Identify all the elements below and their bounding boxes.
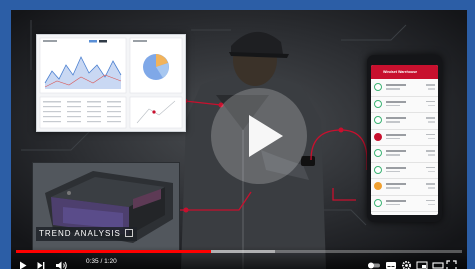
large-play-icon xyxy=(249,115,283,157)
phone-row-text-placeholder xyxy=(428,187,435,189)
phone-app-title: Windset Warehouse xyxy=(383,70,418,74)
phone-screen: Windset Warehouse xyxy=(371,65,438,215)
subtitles-icon xyxy=(386,262,396,269)
theater-icon xyxy=(432,262,444,269)
phone-row-text-placeholder xyxy=(426,100,435,102)
settings-button[interactable] xyxy=(401,256,412,269)
phone-list-row xyxy=(371,113,438,130)
phone-row-text-placeholder xyxy=(386,133,406,136)
phone-row-text-placeholder xyxy=(386,203,400,205)
alert-icon xyxy=(374,132,382,141)
phone-alert-list xyxy=(371,80,438,215)
check-circle-icon xyxy=(374,116,382,124)
phone-row-text-placeholder xyxy=(386,154,400,156)
time-display: 0:35 / 1:20 xyxy=(86,256,117,267)
phone-list-row xyxy=(371,146,438,163)
phone-row-text-placeholder xyxy=(386,137,400,139)
dashboard-thumbnail xyxy=(36,34,186,132)
phone-list-row xyxy=(371,97,438,113)
next-icon xyxy=(37,262,45,269)
phone-app-header: Windset Warehouse xyxy=(371,65,438,79)
progress-played xyxy=(16,250,211,253)
check-circle-icon xyxy=(374,198,382,207)
phone-row-text-placeholder xyxy=(386,150,406,152)
phone-row-text-placeholder xyxy=(386,183,406,185)
video-player[interactable]: TREND ANALYSIS Windset Warehouse 0:35 / … xyxy=(11,10,467,269)
gear-icon xyxy=(402,261,411,269)
phone-row-text-placeholder xyxy=(426,84,435,86)
trend-analysis-text: TREND ANALYSIS xyxy=(39,229,121,238)
subtitles-button[interactable] xyxy=(385,256,397,269)
miniplayer-icon xyxy=(416,261,428,269)
phone-row-text-placeholder xyxy=(386,104,400,106)
phone-list-row xyxy=(371,80,438,97)
autoplay-toggle-icon xyxy=(368,262,380,269)
check-circle-icon xyxy=(374,83,382,91)
phone-list-row xyxy=(371,179,438,196)
phone-row-text-placeholder xyxy=(426,199,435,201)
autoplay-toggle[interactable] xyxy=(367,256,382,269)
check-circle-icon xyxy=(374,99,382,108)
phone-row-text-placeholder xyxy=(386,100,406,103)
play-icon xyxy=(20,261,27,269)
warning-icon xyxy=(374,182,382,190)
trend-analysis-label: TREND ANALYSIS xyxy=(36,227,137,241)
progress-bar[interactable] xyxy=(16,250,462,253)
time-total: 1:20 xyxy=(104,258,117,265)
volume-button[interactable] xyxy=(55,256,69,269)
phone-row-text-placeholder xyxy=(386,166,406,169)
phone-row-text-placeholder xyxy=(386,121,400,123)
phone-row-text-placeholder xyxy=(428,104,435,106)
chart-icon xyxy=(124,229,133,237)
phone-row-text-placeholder xyxy=(428,88,435,90)
phone-list-row xyxy=(371,196,438,212)
miniplayer-button[interactable] xyxy=(416,256,428,269)
phone-row-text-placeholder xyxy=(428,121,435,123)
phone-row-text-placeholder xyxy=(428,170,435,172)
phone-list-row xyxy=(371,130,438,146)
page-background: TREND ANALYSIS Windset Warehouse 0:35 / … xyxy=(0,0,475,269)
play-button[interactable] xyxy=(18,256,28,269)
theater-button[interactable] xyxy=(432,256,444,269)
phone-row-text-placeholder xyxy=(386,84,406,86)
check-circle-icon xyxy=(374,165,382,174)
phone-row-text-placeholder xyxy=(426,117,435,119)
dashboard-chart-graphic xyxy=(39,37,183,129)
phone-row-text-placeholder xyxy=(386,117,406,119)
time-current: 0:35 xyxy=(86,258,99,265)
phone-row-text-placeholder xyxy=(426,150,435,152)
phone-row-text-placeholder xyxy=(426,183,435,185)
phone-row-text-placeholder xyxy=(386,88,400,90)
check-circle-icon xyxy=(374,149,382,157)
phone-row-text-placeholder xyxy=(428,203,435,205)
volume-icon xyxy=(56,261,67,269)
next-button[interactable] xyxy=(36,256,46,269)
large-play-button[interactable] xyxy=(211,88,307,184)
phone-list-row xyxy=(371,163,438,179)
phone-row-text-placeholder xyxy=(428,137,435,139)
phone-mockup: Windset Warehouse xyxy=(367,55,442,222)
fullscreen-button[interactable] xyxy=(446,256,457,269)
phone-row-text-placeholder xyxy=(386,187,400,189)
fullscreen-icon xyxy=(446,260,457,269)
phone-list-row xyxy=(371,212,438,215)
phone-row-text-placeholder xyxy=(428,154,435,156)
phone-row-text-placeholder xyxy=(386,170,400,172)
phone-row-text-placeholder xyxy=(426,133,435,135)
player-controls: 0:35 / 1:20 xyxy=(11,246,467,269)
phone-row-text-placeholder xyxy=(386,199,406,202)
phone-row-text-placeholder xyxy=(426,166,435,168)
